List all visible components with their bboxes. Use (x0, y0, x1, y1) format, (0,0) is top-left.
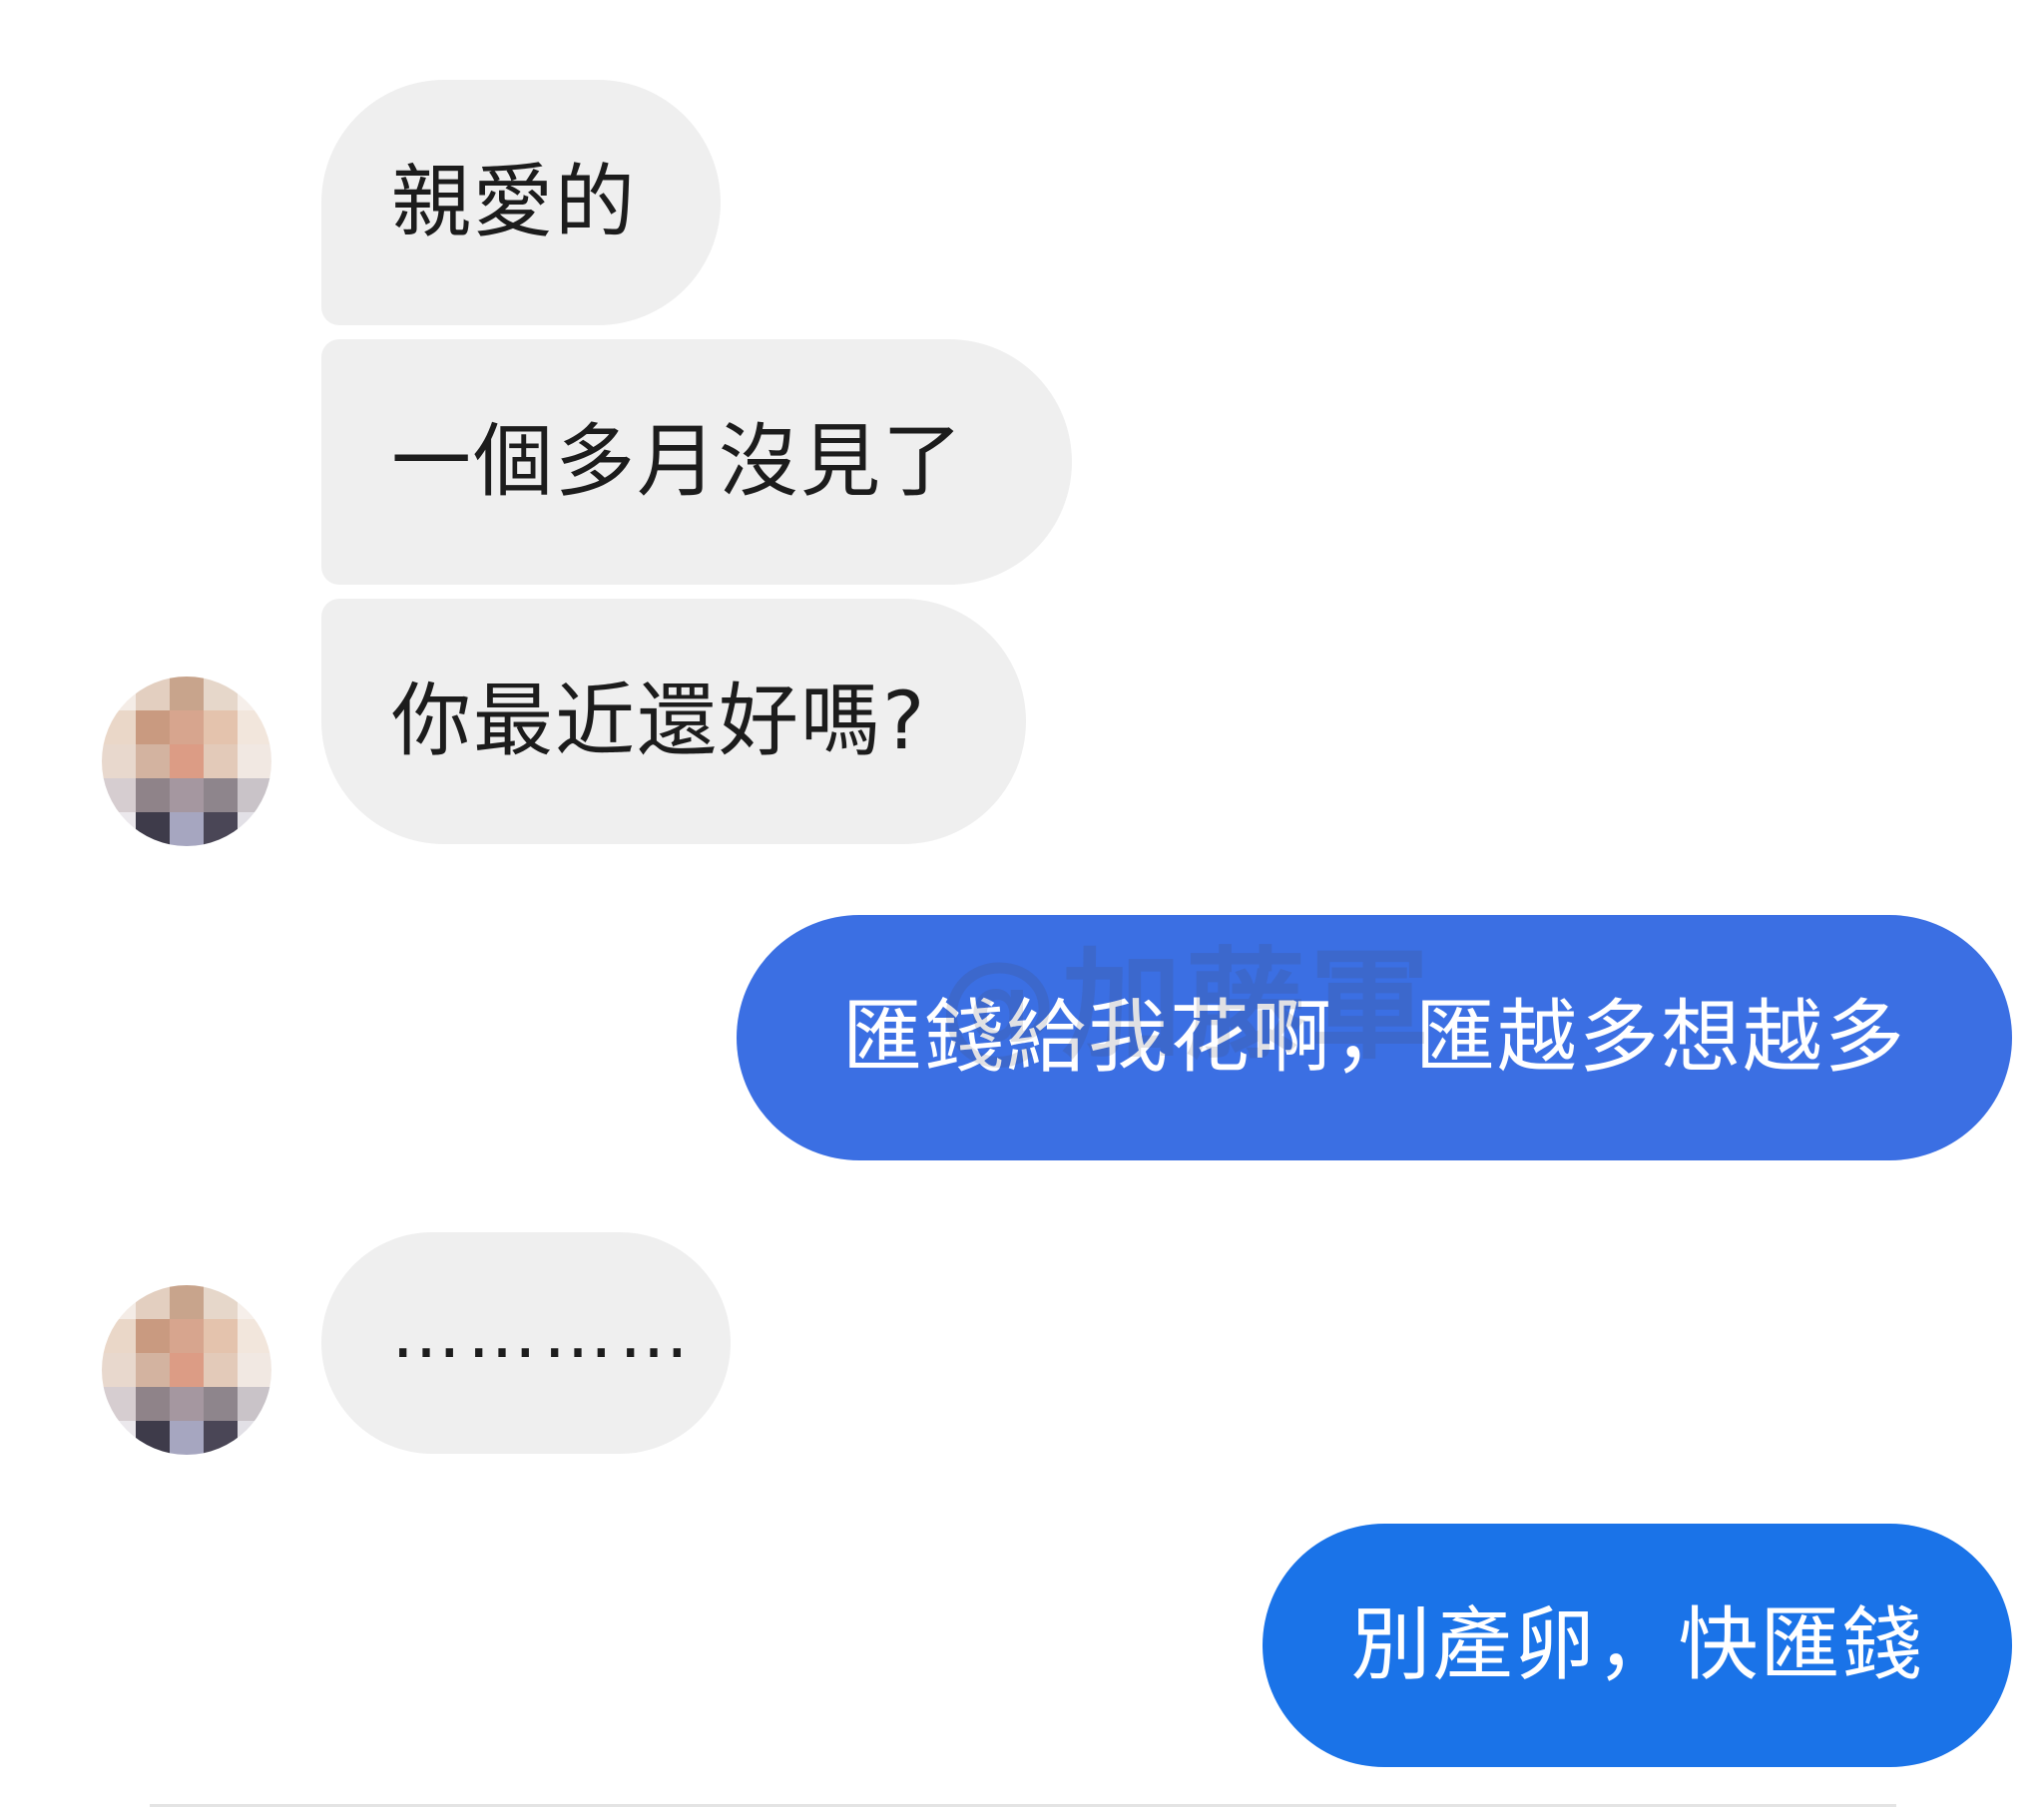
sender-avatar[interactable] (102, 1285, 271, 1455)
avatar-pixel (102, 1353, 136, 1387)
avatar-pixel (136, 812, 170, 846)
avatar-pixel (204, 1319, 238, 1353)
composer-divider (150, 1804, 1896, 1807)
avatar-pixel (102, 744, 136, 778)
outgoing-message[interactable]: 匯錢給我花啊，匯越多想越多 (737, 915, 2012, 1160)
avatar-pixel (136, 744, 170, 778)
avatar-pixel (136, 1285, 170, 1319)
avatar-pixel (204, 1387, 238, 1421)
avatar-pixel (136, 710, 170, 744)
avatar-pixel (102, 677, 136, 710)
avatar-pixel (102, 710, 136, 744)
avatar-pixel (204, 744, 238, 778)
avatar-pixel (170, 1319, 204, 1353)
avatar-pixel (238, 710, 271, 744)
message-text: ………… (391, 1292, 695, 1374)
avatar-pixel (204, 1353, 238, 1387)
avatar-pixel (102, 1421, 136, 1455)
avatar-pixel (102, 812, 136, 846)
avatar-pixel (238, 1353, 271, 1387)
message-text: 一個多月沒見了 (391, 415, 964, 508)
outgoing-message[interactable]: 別產卵，快匯錢 (1263, 1524, 2012, 1767)
avatar-pixel (238, 778, 271, 812)
chat-thread: @加藤軍 親愛的 一個多月沒見了 你最近還好嗎? 匯錢給我花啊，匯越多想越多 @… (0, 0, 2044, 1809)
incoming-message[interactable]: 你最近還好嗎? (321, 599, 1026, 844)
avatar-pixel (170, 812, 204, 846)
avatar-pixel (170, 1285, 204, 1319)
avatar-pixel (204, 1421, 238, 1455)
incoming-message[interactable]: 一個多月沒見了 (321, 339, 1072, 585)
avatar-pixel (170, 744, 204, 778)
message-text: 你最近還好嗎? (391, 675, 927, 767)
avatar-pixel (170, 1421, 204, 1455)
avatar-pixel (238, 1421, 271, 1455)
avatar-pixel (238, 812, 271, 846)
avatar-pixel (204, 778, 238, 812)
avatar-pixel (102, 778, 136, 812)
avatar-pixel (136, 778, 170, 812)
avatar-pixel (136, 1387, 170, 1421)
avatar-pixel (170, 710, 204, 744)
avatar-pixel (238, 744, 271, 778)
sender-avatar[interactable] (102, 677, 271, 846)
avatar-pixel (238, 1319, 271, 1353)
incoming-message[interactable]: 親愛的 (321, 80, 721, 325)
avatar-pixel (102, 1285, 136, 1319)
avatar-pixel (102, 1387, 136, 1421)
avatar-pixel (204, 812, 238, 846)
message-text: 親愛的 (391, 156, 637, 248)
avatar-pixel (204, 710, 238, 744)
message-text: 別產卵，快匯錢 (1350, 1598, 1924, 1691)
avatar-pixel (204, 1285, 238, 1319)
avatar-pixel (170, 677, 204, 710)
avatar-pixel (136, 677, 170, 710)
avatar-pixel (238, 1387, 271, 1421)
avatar-pixel (238, 677, 271, 710)
avatar-pixel (170, 778, 204, 812)
avatar-pixel (102, 1319, 136, 1353)
avatar-pixel (136, 1353, 170, 1387)
avatar-pixel (204, 677, 238, 710)
incoming-message[interactable]: ………… (321, 1232, 731, 1454)
avatar-pixel (170, 1353, 204, 1387)
avatar-pixel (136, 1421, 170, 1455)
avatar-pixel (238, 1285, 271, 1319)
message-text: 匯錢給我花啊，匯越多想越多 (842, 991, 1906, 1084)
avatar-pixel (170, 1387, 204, 1421)
avatar-pixel (136, 1319, 170, 1353)
